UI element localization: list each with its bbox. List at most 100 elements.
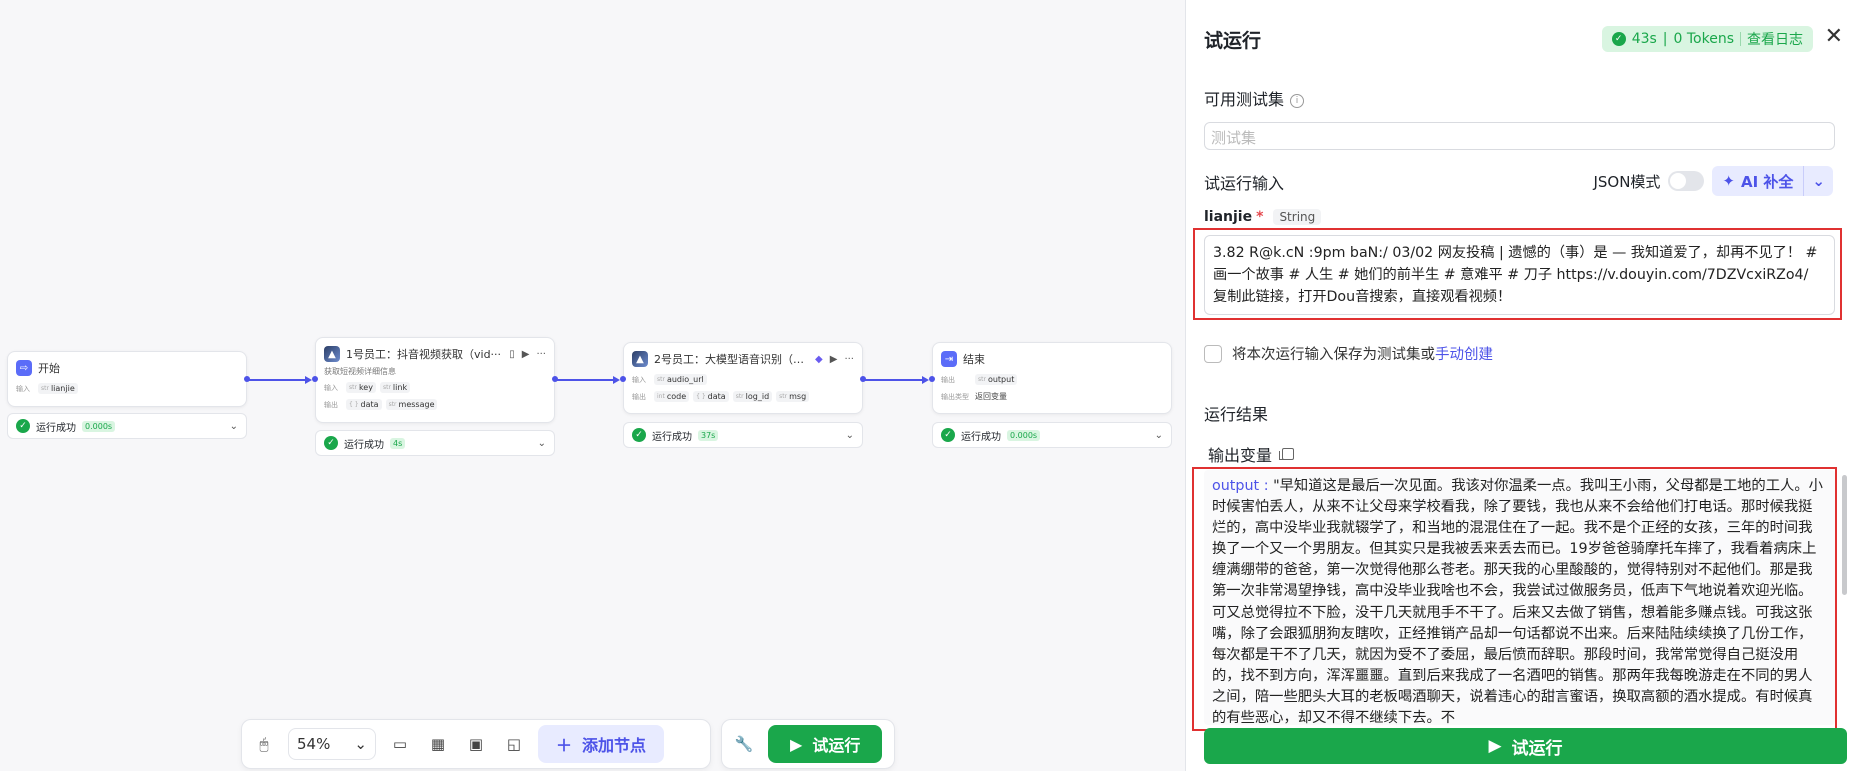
status-start[interactable]: ✓ 运行成功 0.000s ⌄ bbox=[7, 413, 247, 439]
more-icon[interactable]: ··· bbox=[844, 354, 854, 365]
check-icon: ✓ bbox=[941, 428, 955, 442]
node-output-row: 输出 int code { } data str log_id str msg bbox=[624, 388, 862, 405]
sparkle-icon: ✦ bbox=[1722, 172, 1735, 190]
node-header: ⇨ 开始 bbox=[8, 352, 246, 380]
edge-arrow bbox=[305, 376, 312, 384]
layout-icon[interactable]: ▦ bbox=[424, 730, 452, 758]
testset-select[interactable]: 测试集 bbox=[1204, 122, 1835, 150]
node-end[interactable]: ⇥ 结束 输出 str output 输出类型 返回变量 bbox=[932, 342, 1172, 414]
edge-arrow bbox=[922, 376, 929, 384]
testset-label: 可用测试集 i bbox=[1204, 86, 1305, 110]
chevron-down-icon: ⌄ bbox=[354, 735, 367, 753]
status-asr[interactable]: ✓ 运行成功 37s ⌄ bbox=[623, 422, 863, 448]
add-node-button[interactable]: ＋ 添加节点 bbox=[538, 725, 665, 763]
plugin-icon: ▲ bbox=[324, 346, 340, 362]
node-header: ⇥ 结束 bbox=[933, 343, 1171, 371]
output-port[interactable] bbox=[244, 376, 250, 382]
output-port[interactable] bbox=[552, 376, 558, 382]
edge-n2-end bbox=[865, 379, 923, 381]
output-port[interactable] bbox=[860, 376, 866, 382]
scrollbar[interactable] bbox=[1842, 475, 1847, 595]
edge-start-n1 bbox=[248, 379, 306, 381]
node-output-type-row: 输出类型 返回变量 bbox=[941, 392, 1007, 401]
status-end[interactable]: ✓ 运行成功 0.000s ⌄ bbox=[932, 422, 1172, 448]
result-section-title: 运行结果 bbox=[1204, 405, 1269, 424]
mouse-mode-icon[interactable]: 🖱 bbox=[250, 730, 278, 758]
end-icon: ⇥ bbox=[941, 351, 957, 367]
field-label: lianjie * String bbox=[1204, 209, 1322, 225]
node-title: 开始 bbox=[38, 362, 60, 375]
more-icon[interactable]: ··· bbox=[536, 349, 546, 360]
save-testset-row: 将本次运行输入保存为测试集或手动创建 bbox=[1204, 343, 1493, 364]
panel-run-button[interactable]: ▶ 试运行 bbox=[1204, 728, 1847, 764]
minimap-icon[interactable]: ◱ bbox=[500, 730, 528, 758]
node-output-row: 输出 str output bbox=[933, 371, 1171, 388]
zoom-select[interactable]: 54% ⌄ bbox=[288, 728, 376, 760]
input-port[interactable] bbox=[620, 376, 626, 382]
time-badge: 4s bbox=[390, 437, 406, 449]
diamond-icon: ◆ bbox=[815, 353, 823, 365]
node-input-row: 输入 str lianjie bbox=[8, 380, 246, 397]
node-header: ▲ 2号员工：大模型语音识别（a··· ◆ ▶ ··· bbox=[624, 343, 862, 371]
check-icon: ✓ bbox=[632, 428, 646, 442]
status-douyin-fetch[interactable]: ✓ 运行成功 4s ⌄ bbox=[315, 430, 555, 456]
lianjie-input[interactable]: 3.82 R@k.cN :9pm baN:/ 03/02 网友投稿 | 遗憾的（… bbox=[1204, 235, 1835, 315]
time-badge: 37s bbox=[698, 429, 719, 441]
time-badge: 0.000s bbox=[1007, 429, 1041, 441]
input-port[interactable] bbox=[929, 376, 935, 382]
start-icon: ⇨ bbox=[16, 360, 32, 376]
info-icon[interactable]: i bbox=[1290, 94, 1305, 108]
workflow-canvas[interactable]: ⇨ 开始 输入 str lianjie ✓ 运行成功 0.000s ⌄ ▲ 1号员… bbox=[0, 0, 1185, 771]
output-vars-label: 输出变量 bbox=[1208, 442, 1295, 466]
chevron-down-icon[interactable]: ⌄ bbox=[538, 438, 546, 449]
copy-icon[interactable] bbox=[1279, 448, 1295, 460]
play-icon[interactable]: ▶ bbox=[522, 349, 530, 360]
node-title: 2号员工：大模型语音识别（a··· bbox=[654, 353, 810, 366]
test-run-button[interactable]: ▶ 试运行 bbox=[768, 725, 883, 763]
node-input-row: 输入 str key str link bbox=[316, 379, 554, 396]
node-output-row: 输出 { } data str message bbox=[316, 396, 554, 413]
type-tag: String bbox=[1273, 209, 1322, 225]
json-mode-row: JSON模式 ✦ AI 补全 ⌄ bbox=[1593, 166, 1833, 196]
input-section-title: 试运行输入 bbox=[1204, 174, 1285, 193]
check-icon: ✓ bbox=[16, 419, 30, 433]
manual-create-link[interactable]: 手动创建 bbox=[1435, 347, 1493, 363]
node-title: 结束 bbox=[963, 353, 985, 366]
close-icon[interactable]: ✕ bbox=[1825, 24, 1843, 49]
edge-arrow bbox=[613, 376, 620, 384]
chevron-down-icon[interactable]: ⌄ bbox=[1155, 430, 1163, 441]
json-mode-toggle[interactable] bbox=[1668, 171, 1705, 191]
edge-n1-n2 bbox=[556, 379, 614, 381]
panel-title: 试运行 bbox=[1204, 30, 1262, 52]
plugin-icon: ▲ bbox=[632, 351, 648, 367]
chevron-down-icon[interactable]: ⌄ bbox=[1803, 166, 1833, 196]
play-icon[interactable]: ▶ bbox=[830, 354, 838, 365]
play-icon: ▶ bbox=[1488, 736, 1502, 756]
node-input-row: 输入 str audio_url bbox=[624, 371, 862, 388]
output-result[interactable]: output : "早知道这是最后一次见面。我该对你温柔一点。我叫王小雨，父母都… bbox=[1204, 470, 1835, 725]
view-log-link[interactable]: 查看日志 bbox=[1747, 29, 1803, 49]
comment-icon[interactable]: ▭ bbox=[386, 730, 414, 758]
var-tag: str lianjie bbox=[38, 383, 78, 394]
chevron-down-icon[interactable]: ⌄ bbox=[846, 430, 854, 441]
canvas-toolbar: 🖱 54% ⌄ ▭ ▦ ▣ ◱ ＋ 添加节点 bbox=[241, 719, 711, 769]
image-icon[interactable]: ▣ bbox=[462, 730, 490, 758]
doc-icon[interactable]: ▯ bbox=[509, 349, 515, 360]
input-port[interactable] bbox=[312, 376, 318, 382]
node-douyin-fetch[interactable]: ▲ 1号员工：抖音视频获取（vid··· ▯ ▶ ··· 获取短视频详细信息 输… bbox=[315, 337, 555, 423]
wrench-icon[interactable]: 🔧 bbox=[730, 730, 758, 758]
test-run-panel: 试运行 ✓ 43s | 0 Tokens 查看日志 ✕ 可用测试集 i 测试集 试… bbox=[1185, 0, 1851, 771]
node-start[interactable]: ⇨ 开始 输入 str lianjie bbox=[7, 351, 247, 407]
node-asr[interactable]: ▲ 2号员工：大模型语音识别（a··· ◆ ▶ ··· 输入 str audio_… bbox=[623, 342, 863, 414]
save-testset-checkbox[interactable] bbox=[1204, 344, 1222, 363]
chevron-down-icon[interactable]: ⌄ bbox=[230, 421, 238, 432]
node-header: ▲ 1号员工：抖音视频获取（vid··· ▯ ▶ ··· bbox=[316, 338, 554, 366]
time-badge: 0.000s bbox=[82, 420, 116, 432]
ai-fill-button[interactable]: ✦ AI 补全 ⌄ bbox=[1712, 166, 1833, 196]
plus-icon: ＋ bbox=[556, 736, 573, 755]
node-title: 1号员工：抖音视频获取（vid··· bbox=[346, 348, 502, 361]
play-icon: ▶ bbox=[790, 734, 803, 754]
run-log-pill[interactable]: ✓ 43s | 0 Tokens 查看日志 bbox=[1601, 26, 1813, 52]
run-toolbar: 🔧 ▶ 试运行 bbox=[721, 719, 895, 769]
node-description: 获取短视频详细信息 bbox=[324, 367, 396, 376]
